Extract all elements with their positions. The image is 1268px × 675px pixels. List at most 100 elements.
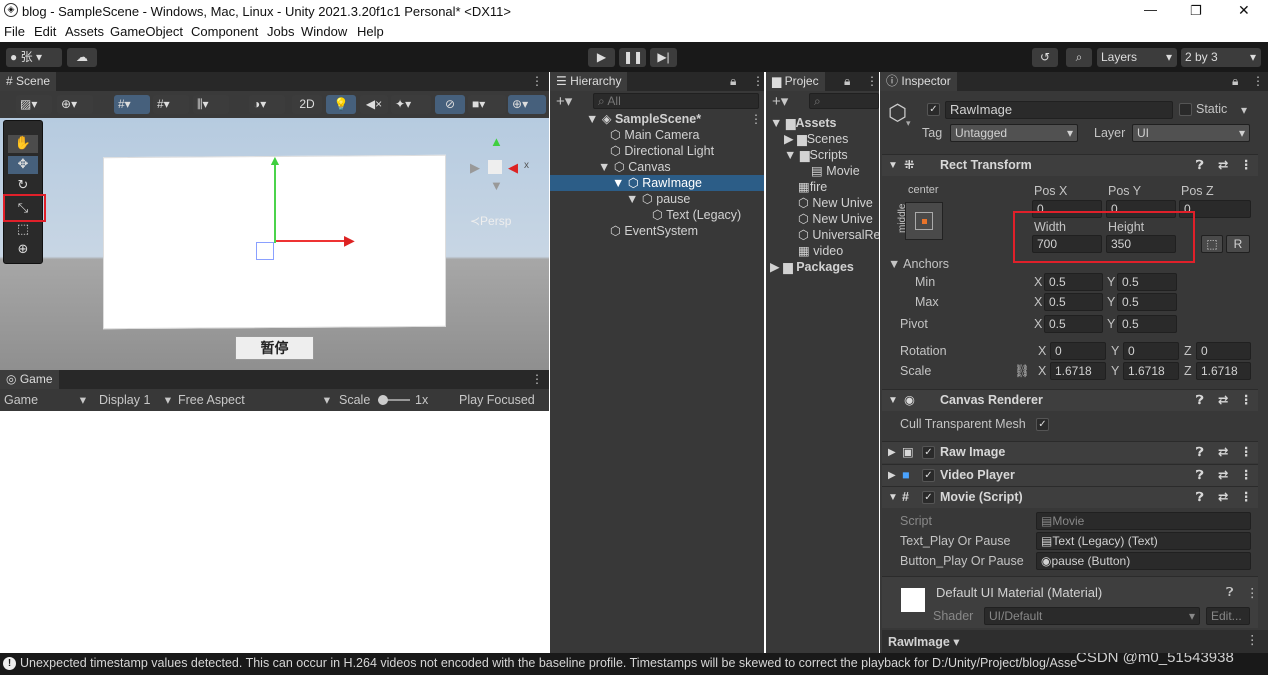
tab-scene[interactable]: # Scene [0, 72, 57, 91]
menu-assets[interactable]: Assets [65, 24, 104, 39]
search-button[interactable]: ⌕ [1066, 48, 1092, 67]
more-icon[interactable]: ⋮ [1240, 487, 1253, 508]
shader-dropdown[interactable]: UI/Default ▾ [984, 607, 1200, 625]
movie-script-enabled-checkbox[interactable]: ✓ [922, 491, 935, 504]
menu-edit[interactable]: Edit [34, 24, 56, 39]
help-icon[interactable]: ❓︎ [1196, 442, 1204, 463]
help-icon[interactable]: ❓︎ [1196, 390, 1204, 411]
pivot-y-field[interactable]: 0.5 [1117, 315, 1177, 333]
folder-scenes[interactable]: ▶ ▆Scenes [784, 131, 848, 147]
lighting-toggle[interactable]: 💡 [326, 95, 356, 114]
material-help-icon[interactable]: ❓︎ [1226, 585, 1234, 600]
minimize-button[interactable]: — [1144, 2, 1157, 17]
aspect-dropdown[interactable]: Free Aspect ▾ [178, 389, 330, 411]
more-icon[interactable]: ⋮ [1240, 465, 1253, 486]
pause-play-button[interactable]: ❚❚ [619, 48, 646, 67]
scene-viewport[interactable]: ▲ ▶ ▲ ◀ x ▶ ▼ ≺Persp 暂停 [0, 118, 549, 370]
layers-dropdown[interactable]: Layers ▾ [1097, 48, 1177, 67]
rotation-z-field[interactable]: 0 [1196, 342, 1251, 360]
canvas-renderer-header[interactable]: ▼ ◉ Canvas Renderer ❓︎ ⇄ ⋮ [882, 389, 1258, 411]
status-message[interactable]: Unexpected timestamp values detected. Th… [20, 653, 1077, 673]
asset-movie[interactable]: ▤ Movie [811, 163, 860, 179]
blueprint-mode-button[interactable]: ⬚ [1201, 235, 1223, 253]
global-dropdown[interactable]: ⊕▾ [57, 95, 93, 114]
menu-gameobject[interactable]: GameObject [110, 24, 183, 39]
more-icon[interactable]: ⋮ [531, 370, 543, 389]
anchor-max-y-field[interactable]: 0.5 [1117, 293, 1177, 311]
draw-mode-dropdown[interactable]: ▨▾ [16, 95, 52, 114]
account-dropdown[interactable]: ● 张 ▾ [6, 48, 62, 67]
tree-item-samplescene[interactable]: ▼ ◈ SampleScene* [586, 111, 701, 127]
asset-universalre[interactable]: ⬡ UniversalRe [798, 227, 879, 243]
more-icon[interactable]: ⋮ [531, 72, 543, 91]
more-icon[interactable]: ⋮ [1240, 442, 1253, 463]
preset-icon[interactable]: ⇄ [1218, 155, 1228, 176]
move-tool[interactable]: ✥ [8, 156, 38, 174]
menu-jobs[interactable]: Jobs [267, 24, 294, 39]
toggle-2d-button[interactable]: 2D [292, 95, 322, 114]
tree-item-main-camera[interactable]: ⬡ Main Camera [610, 127, 699, 143]
asset-video[interactable]: ▦ video [798, 243, 843, 259]
preset-icon[interactable]: ⇄ [1218, 442, 1228, 463]
tab-hierarchy[interactable]: ☰ Hierarchy [550, 72, 628, 91]
lock-icon[interactable]: 🔒︎ [844, 72, 850, 91]
anchor-presets-button[interactable] [905, 202, 943, 240]
x-axis-handle[interactable] [276, 240, 348, 242]
tab-project[interactable]: ▆ Projec [766, 72, 825, 91]
anchor-min-x-field[interactable]: 0.5 [1044, 273, 1103, 291]
static-checkbox[interactable] [1179, 103, 1192, 116]
play-focused-dropdown[interactable]: Play Focused [459, 389, 535, 411]
help-icon[interactable]: ❓︎ [1196, 487, 1204, 508]
grid-dropdown[interactable]: #▾ [153, 95, 189, 114]
menu-component[interactable]: Component [191, 24, 258, 39]
more-icon[interactable]: ⋮ [866, 72, 878, 91]
chevron-down-icon[interactable]: ▾ [906, 118, 911, 129]
asset-new-unive-2[interactable]: ⬡ New Unive [798, 211, 873, 227]
add-icon[interactable]: +▾ [772, 92, 788, 110]
pause-game-button[interactable]: 暂停 [235, 336, 314, 360]
scale-y-field[interactable]: 1.6718 [1123, 362, 1179, 380]
orientation-gizmo[interactable]: ▲ ◀ x ▶ ▼ [470, 134, 532, 196]
movie-script-header[interactable]: ▼ # ✓ Movie (Script) ❓︎ ⇄ ⋮ [882, 486, 1258, 508]
layer-dropdown[interactable]: UI ▾ [1132, 124, 1250, 142]
chevron-down-icon[interactable]: ▾ [1241, 103, 1247, 117]
game-view-dropdown[interactable]: Game ▾ [4, 389, 88, 411]
scale-slider-thumb[interactable] [378, 395, 388, 405]
more-icon[interactable]: ⋮ [1246, 632, 1259, 647]
rect-tool[interactable]: ⬚ [8, 221, 38, 239]
help-icon[interactable]: ❓︎ [1196, 465, 1204, 486]
cull-transparent-mesh-checkbox[interactable]: ✓ [1036, 418, 1049, 431]
preset-icon[interactable]: ⇄ [1218, 390, 1228, 411]
preset-icon[interactable]: ⇄ [1218, 487, 1228, 508]
help-icon[interactable]: ❓︎ [1196, 155, 1204, 176]
lock-icon[interactable]: 🔒︎ [730, 72, 736, 91]
preset-icon[interactable]: ⇄ [1218, 465, 1228, 486]
y-axis-handle[interactable] [274, 163, 276, 243]
rect-transform-header[interactable]: ▼ ⁜ Rect Transform ❓︎ ⇄ ⋮ [882, 154, 1258, 176]
cloud-button[interactable]: ☁ [67, 48, 97, 67]
tree-item-directional-light[interactable]: ⬡ Directional Light [610, 143, 714, 159]
more-icon[interactable]: ⋮ [1240, 155, 1253, 176]
asset-fire[interactable]: ▦fire [798, 179, 827, 195]
folder-packages[interactable]: ▶ ▆ Packages [770, 259, 854, 275]
audio-toggle[interactable]: ◀× [360, 95, 388, 114]
grid-snap-dropdown[interactable]: #▾ [114, 95, 150, 114]
anchor-max-x-field[interactable]: 0.5 [1044, 293, 1103, 311]
pivot-x-field[interactable]: 0.5 [1044, 315, 1103, 333]
camera-dropdown[interactable]: ■▾ [468, 95, 506, 114]
tag-dropdown[interactable]: Untagged ▾ [950, 124, 1078, 142]
more-icon[interactable]: ⋮ [1240, 390, 1253, 411]
transform-tool[interactable]: ⊕ [8, 241, 38, 259]
menu-file[interactable]: File [4, 24, 25, 39]
video-player-header[interactable]: ▶ ■ ✓ Video Player ❓︎ ⇄ ⋮ [882, 464, 1258, 486]
lock-icon[interactable]: 🔒︎ [1232, 72, 1238, 91]
hand-tool[interactable]: ✋ [8, 135, 38, 153]
folder-scripts[interactable]: ▼ ▆Scripts [784, 147, 848, 163]
persp-label[interactable]: ≺Persp [470, 214, 511, 228]
layout-dropdown[interactable]: 2 by 3 ▾ [1181, 48, 1261, 67]
increment-snap-dropdown[interactable]: ⫼▾ [193, 95, 229, 114]
shader-edit-button[interactable]: Edit... [1206, 607, 1250, 625]
raw-edit-button[interactable]: R [1226, 235, 1250, 253]
raw-image-enabled-checkbox[interactable]: ✓ [922, 446, 935, 459]
footer-object-dropdown[interactable]: RawImage ▾ [888, 634, 960, 649]
